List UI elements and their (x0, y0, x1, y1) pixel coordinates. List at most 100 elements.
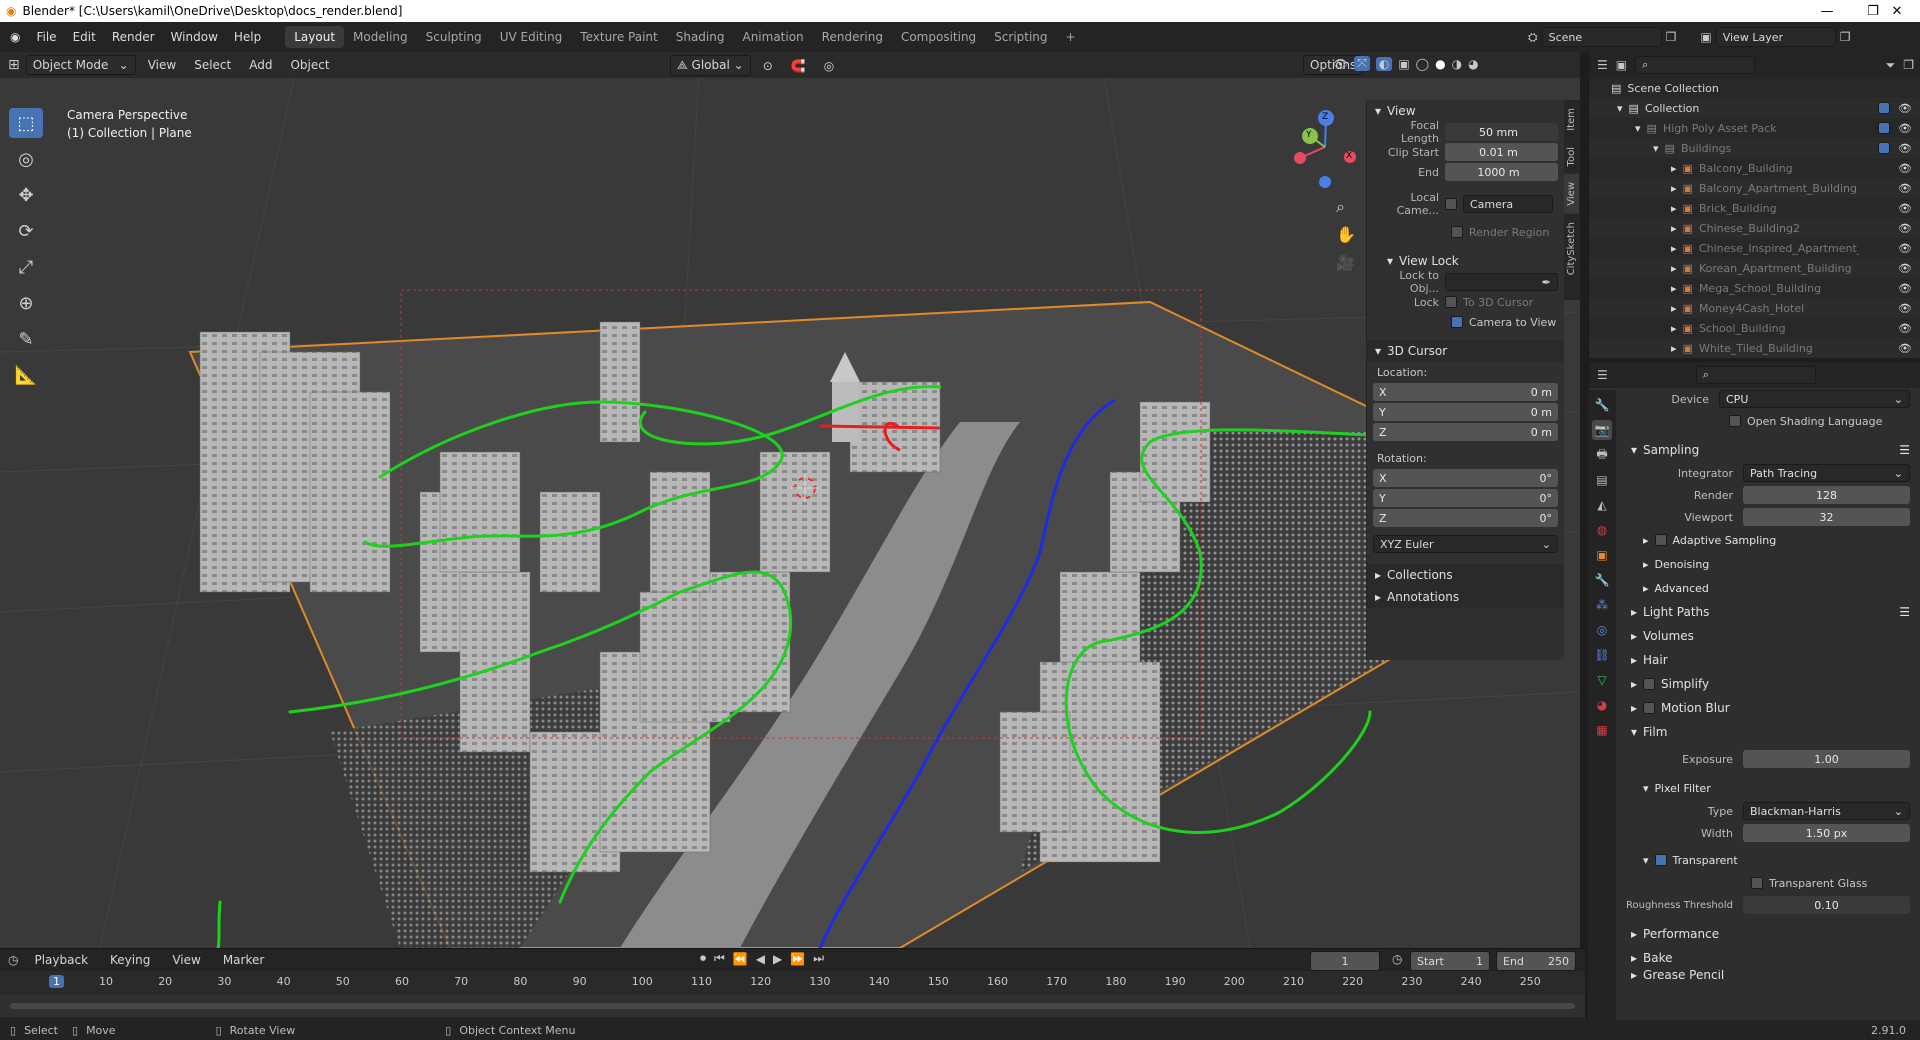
material-shading-icon[interactable]: ◑ (1452, 57, 1462, 71)
transform-tool-icon[interactable]: ⊕ (9, 288, 43, 318)
close-button[interactable]: ✕ (1874, 0, 1920, 22)
lock-cursor-checkbox[interactable] (1445, 296, 1457, 308)
gizmo-toggle-icon[interactable]: ⤧ (1354, 56, 1370, 71)
light-paths-header[interactable]: ▸ Light Paths ☰ (1623, 600, 1920, 624)
tab-layout[interactable]: Layout (285, 26, 345, 48)
annotations-header[interactable]: ▸ Annotations (1367, 586, 1564, 608)
outliner-asset-pack[interactable]: ▾ ▤ High Poly Asset Pack 👁 (1589, 118, 1920, 138)
select-box-tool-icon[interactable]: ⬚ (9, 108, 43, 138)
view-layer-selector[interactable]: View Layer (1715, 27, 1836, 47)
transparent-header[interactable]: ▾ Transparent (1623, 848, 1920, 872)
location-x-field[interactable]: X 0 m (1373, 383, 1558, 401)
outliner-building-item[interactable]: ▸ ▣ School_Building 👁 (1589, 318, 1920, 338)
outliner-search-input[interactable]: ⌕ (1635, 56, 1756, 74)
object-mode-dropdown[interactable]: Object Mode ⌄ (25, 55, 136, 75)
outliner-building-item[interactable]: ▸ ▣ Balcony_Apartment_Building 👁 (1589, 178, 1920, 198)
transform-orientation-dropdown[interactable]: ⟁ Global ⌄ (670, 55, 751, 76)
eye-icon[interactable]: 👁 (1898, 202, 1912, 215)
play-icon[interactable]: ▶ (773, 952, 782, 966)
eye-icon[interactable]: 👁 (1898, 242, 1912, 255)
tab-texture-paint[interactable]: Texture Paint (571, 26, 666, 48)
eye-icon[interactable]: 👁 (1898, 262, 1912, 275)
adaptive-sampling-header[interactable]: ▸ Adaptive Sampling (1623, 528, 1920, 552)
collection-checkbox[interactable] (1878, 102, 1890, 114)
menu-edit[interactable]: Edit (65, 30, 104, 44)
outliner-building-item[interactable]: ▸ ▣ Balcony_Building 👁 (1589, 158, 1920, 178)
focal-length-field[interactable]: 50 mm (1445, 123, 1558, 141)
particles-tab-icon[interactable]: ⁂ (1592, 595, 1612, 615)
record-icon[interactable]: ⏺ (700, 951, 706, 966)
tab-shading[interactable]: Shading (667, 26, 734, 48)
tab-uv-editing[interactable]: UV Editing (491, 26, 572, 48)
scene-selector[interactable]: Scene (1541, 27, 1662, 47)
presets-icon[interactable]: ☰ (1899, 605, 1910, 619)
local-camera-checkbox[interactable] (1445, 198, 1457, 210)
hair-header[interactable]: ▸ Hair (1623, 648, 1920, 672)
simplify-header[interactable]: ▸ Simplify (1623, 672, 1920, 696)
tab-rendering[interactable]: Rendering (813, 26, 892, 48)
texture-tab-icon[interactable]: ▦ (1592, 720, 1612, 740)
properties-search-input[interactable]: ⌕ (1695, 366, 1816, 384)
rendered-shading-icon[interactable]: ◕ (1468, 57, 1478, 71)
annotate-tool-icon[interactable]: ✎ (9, 324, 43, 354)
3d-viewport[interactable]: Camera Perspective (1) Collection | Plan… (0, 52, 1580, 948)
tab-citysketch[interactable]: CitySketch (1564, 214, 1579, 283)
menu-window[interactable]: Window (163, 30, 226, 44)
local-camera-field[interactable]: Camera (1463, 195, 1553, 213)
overlay-toggle-icon[interactable]: ◐ (1375, 56, 1393, 71)
properties-editor-icon[interactable]: ☰ (1597, 368, 1608, 382)
timeline-scrollbar[interactable] (10, 1003, 1575, 1009)
menu-help[interactable]: Help (226, 30, 269, 44)
sampling-header[interactable]: ▾ Sampling ☰ (1623, 438, 1920, 462)
new-view-layer-icon[interactable]: ❐ (1840, 30, 1851, 44)
pixel-filter-header[interactable]: ▾ Pixel Filter (1623, 776, 1920, 800)
editor-type-icon[interactable]: ⊞ (8, 57, 20, 73)
timeline-track[interactable] (0, 995, 1585, 1017)
3d-cursor-header[interactable]: ▾ 3D Cursor (1367, 340, 1564, 362)
tab-animation[interactable]: Animation (733, 26, 812, 48)
material-tab-icon[interactable]: ◕ (1592, 695, 1612, 715)
tab-item[interactable]: Item (1564, 100, 1579, 139)
eye-icon[interactable]: 👁 (1898, 162, 1912, 175)
render-samples-field[interactable]: 128 (1743, 486, 1910, 504)
data-tab-icon[interactable]: ▽ (1592, 670, 1612, 690)
eye-icon[interactable]: 👁 (1898, 222, 1912, 235)
menu-file[interactable]: File (28, 30, 64, 44)
transparent-glass-checkbox[interactable] (1751, 877, 1763, 889)
eyedropper-icon[interactable]: ✒ (1542, 276, 1551, 289)
outliner-building-item[interactable]: ▸ ▣ Korean_Apartment_Building 👁 (1589, 258, 1920, 278)
timeline-editor-icon[interactable]: ◷ (8, 953, 18, 967)
play-reverse-icon[interactable]: ◀ (756, 952, 765, 966)
adaptive-sampling-checkbox[interactable] (1654, 534, 1667, 546)
outliner-display-mode-icon[interactable]: ☰ (1597, 58, 1608, 72)
collections-header[interactable]: ▸ Collections (1367, 564, 1564, 586)
volumes-header[interactable]: ▸ Volumes (1623, 624, 1920, 648)
motion-blur-checkbox[interactable] (1643, 702, 1656, 714)
exposure-field[interactable]: 1.00 (1743, 750, 1910, 768)
constraints-tab-icon[interactable]: ⛓ (1592, 645, 1612, 665)
eye-icon[interactable]: 👁 (1898, 102, 1912, 115)
rotation-mode-dropdown[interactable]: XYZ Euler ⌄ (1373, 535, 1558, 553)
render-tab-icon[interactable]: 📷 (1592, 420, 1612, 440)
outliner-building-item[interactable]: ▸ ▣ White_Tiled_Building 👁 (1589, 338, 1920, 358)
filter-icon[interactable]: ⏷ (1886, 58, 1896, 73)
cursor-tool-icon[interactable]: ◎ (9, 144, 43, 174)
asset-pack-checkbox[interactable] (1878, 122, 1890, 134)
new-scene-icon[interactable]: ❐ (1666, 30, 1677, 44)
jump-start-icon[interactable]: ⏮ (714, 951, 725, 966)
osl-checkbox[interactable] (1729, 415, 1741, 427)
integrator-dropdown[interactable]: Path Tracing ⌄ (1743, 464, 1910, 482)
eye-icon[interactable]: 👁 (1898, 182, 1912, 195)
viewport-samples-field[interactable]: 32 (1743, 508, 1910, 526)
move-tool-icon[interactable]: ✥ (9, 180, 43, 210)
location-z-field[interactable]: Z 0 m (1373, 423, 1558, 441)
outliner-view-icon[interactable]: ▣ (1616, 58, 1627, 72)
visibility-icon[interactable]: 👁 (1333, 57, 1348, 71)
menu-marker[interactable]: Marker (217, 951, 270, 969)
device-dropdown[interactable]: CPU ⌄ (1719, 390, 1910, 408)
clip-end-field[interactable]: 1000 m (1445, 163, 1558, 181)
scene-tab-icon[interactable]: ◭ (1592, 495, 1612, 515)
render-region-checkbox[interactable] (1451, 226, 1463, 238)
solid-shading-icon[interactable]: ● (1435, 57, 1445, 71)
world-tab-icon[interactable]: ◍ (1592, 520, 1612, 540)
